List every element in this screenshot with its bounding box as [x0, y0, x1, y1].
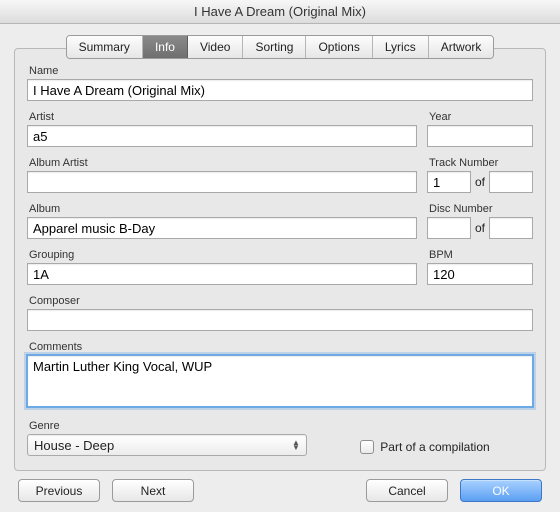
compilation-row[interactable]: Part of a compilation: [360, 440, 489, 454]
genre-label: Genre: [29, 420, 307, 432]
tab-video[interactable]: Video: [188, 36, 243, 58]
composer-label: Composer: [29, 295, 533, 307]
name-label: Name: [29, 65, 533, 77]
comments-label: Comments: [29, 341, 533, 353]
year-label: Year: [429, 111, 533, 123]
track-number-label: Track Number: [429, 157, 533, 169]
window-titlebar: I Have A Dream (Original Mix): [0, 0, 560, 24]
genre-value: House - Deep: [34, 438, 114, 453]
tab-info[interactable]: Info: [143, 36, 188, 58]
album-artist-label: Album Artist: [29, 157, 417, 169]
tab-frame: Summary Info Video Sorting Options Lyric…: [14, 48, 546, 471]
previous-button[interactable]: Previous: [18, 479, 100, 502]
grouping-field[interactable]: [27, 263, 417, 285]
album-artist-field[interactable]: [27, 171, 417, 193]
compilation-label: Part of a compilation: [380, 440, 489, 454]
disc-of-label: of: [475, 221, 485, 235]
tab-bar: Summary Info Video Sorting Options Lyric…: [14, 35, 546, 59]
tab-lyrics[interactable]: Lyrics: [373, 36, 429, 58]
window-body: Summary Info Video Sorting Options Lyric…: [0, 24, 560, 510]
comments-field[interactable]: [27, 355, 533, 407]
window-title: I Have A Dream (Original Mix): [194, 4, 366, 19]
track-of-label: of: [475, 175, 485, 189]
cancel-button[interactable]: Cancel: [366, 479, 448, 502]
genre-select[interactable]: House - Deep ▲▼: [27, 434, 307, 456]
tab-summary[interactable]: Summary: [67, 36, 143, 58]
disc-total-field[interactable]: [489, 217, 533, 239]
select-arrows-icon: ▲▼: [288, 440, 304, 450]
artist-field[interactable]: [27, 125, 417, 147]
tab-artwork[interactable]: Artwork: [429, 36, 494, 58]
bottom-bar: Previous Next Cancel OK: [14, 471, 546, 502]
tab-options[interactable]: Options: [306, 36, 372, 58]
name-field[interactable]: [27, 79, 533, 101]
artist-label: Artist: [29, 111, 417, 123]
composer-field[interactable]: [27, 309, 533, 331]
next-button[interactable]: Next: [112, 479, 194, 502]
disc-number-label: Disc Number: [429, 203, 533, 215]
bpm-field[interactable]: [427, 263, 533, 285]
ok-button[interactable]: OK: [460, 479, 542, 502]
info-panel: Name Artist Year Album Artist: [14, 48, 546, 471]
bpm-label: BPM: [429, 249, 533, 261]
album-field[interactable]: [27, 217, 417, 239]
track-number-field[interactable]: [427, 171, 471, 193]
grouping-label: Grouping: [29, 249, 417, 261]
disc-number-field[interactable]: [427, 217, 471, 239]
year-field[interactable]: [427, 125, 533, 147]
album-label: Album: [29, 203, 417, 215]
compilation-checkbox[interactable]: [360, 440, 374, 454]
tab-sorting[interactable]: Sorting: [243, 36, 306, 58]
track-total-field[interactable]: [489, 171, 533, 193]
